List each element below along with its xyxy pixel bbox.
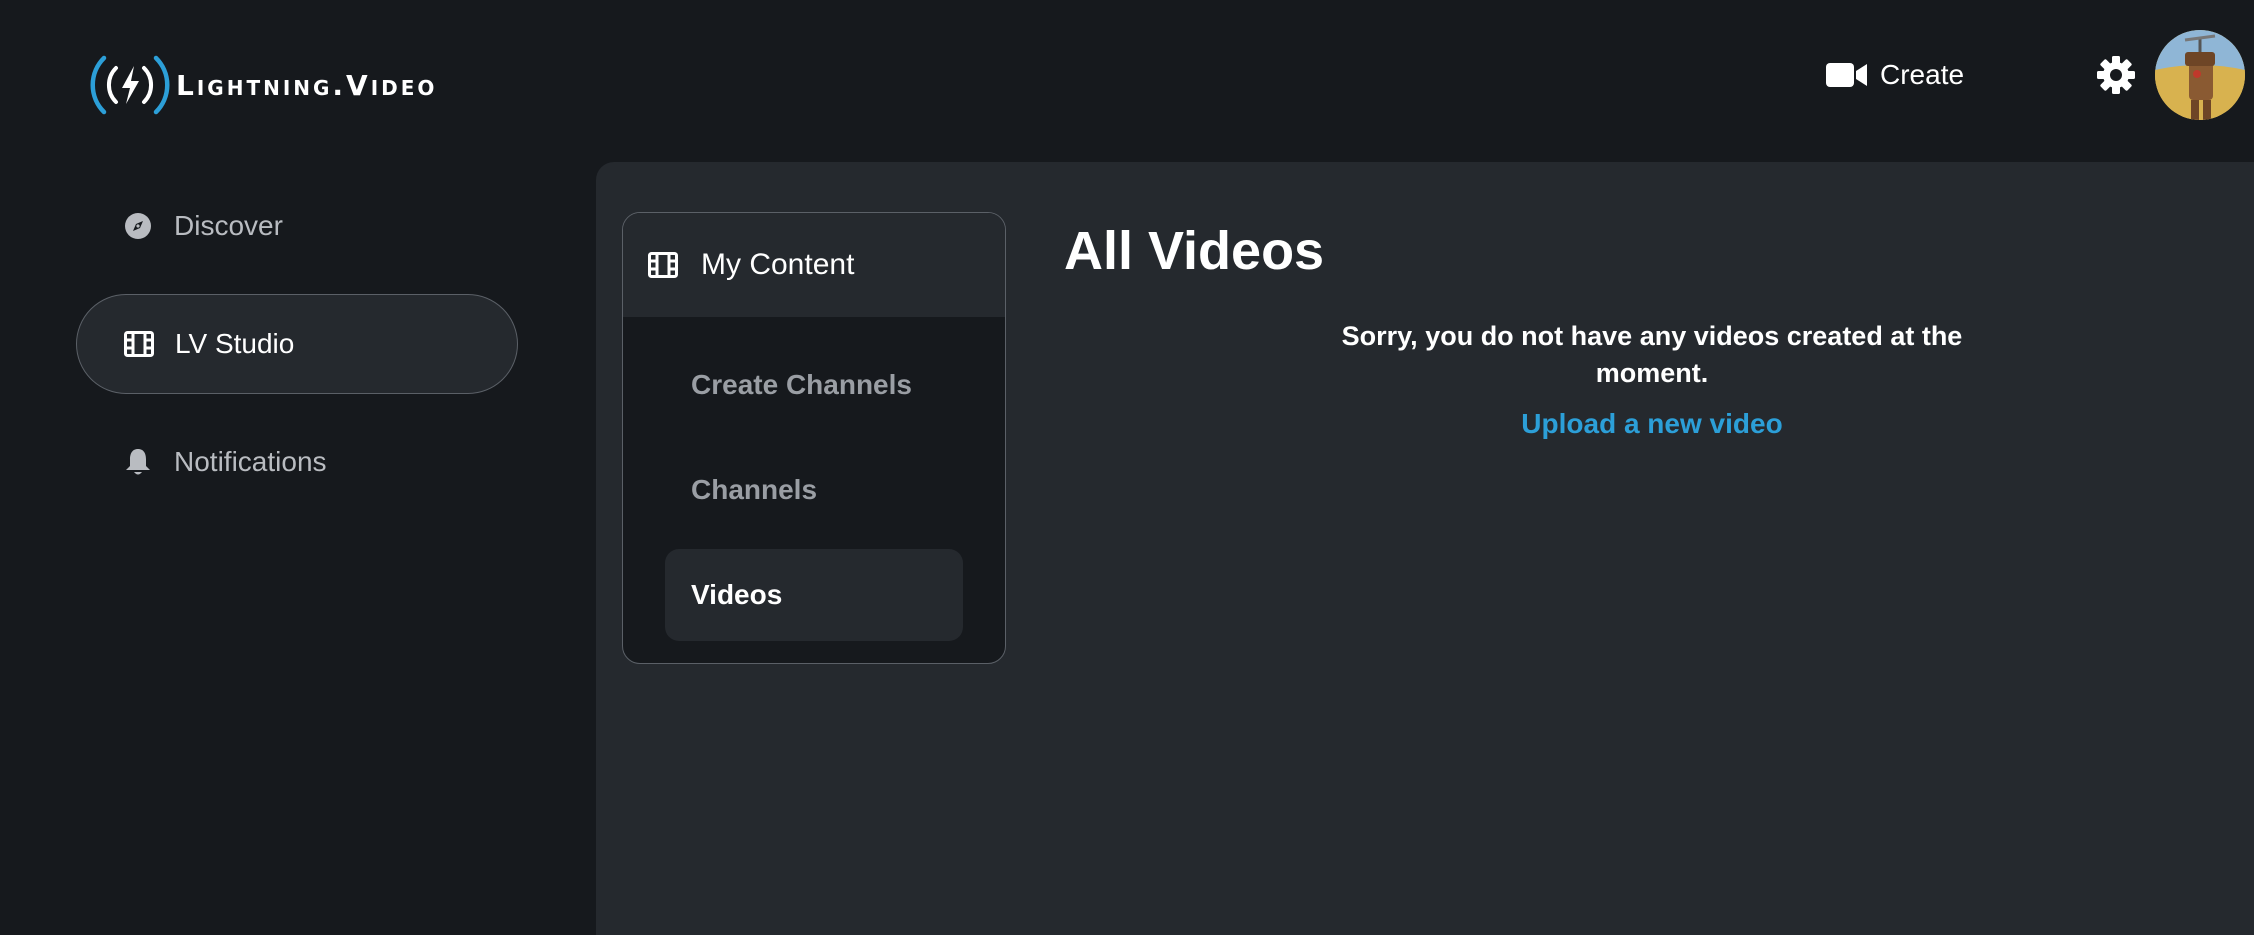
upload-video-link[interactable]: Upload a new video xyxy=(1312,408,1992,440)
sidebar-item-lv-studio[interactable]: LV Studio xyxy=(76,294,518,394)
menu-item-label: Videos xyxy=(691,579,783,610)
page-title: All Videos xyxy=(1064,221,1325,281)
menu-item-label: Channels xyxy=(691,474,818,505)
settings-button[interactable] xyxy=(2095,54,2137,96)
sidebar-item-notifications[interactable]: Notifications xyxy=(76,412,518,512)
user-avatar[interactable] xyxy=(2155,30,2245,120)
main-panel: My Content Create Channels Channels Vide… xyxy=(596,162,2254,935)
compass-icon xyxy=(122,210,154,242)
logo-text: Lightning.Video xyxy=(176,68,438,102)
film-icon xyxy=(123,328,155,360)
sidebar-item-discover[interactable]: Discover xyxy=(76,176,518,276)
video-camera-icon xyxy=(1826,63,1867,87)
empty-state-message: Sorry, you do not have any videos create… xyxy=(1341,321,1963,388)
menu-item-label: Create Channels xyxy=(691,369,912,400)
sidebar-item-label: Discover xyxy=(174,210,283,241)
my-content-header: My Content xyxy=(623,213,1005,317)
logo[interactable]: Lightning.Video xyxy=(90,52,437,118)
sidebar-item-label: Notifications xyxy=(174,446,327,477)
film-icon xyxy=(647,248,681,282)
lightning-logo-icon xyxy=(90,55,170,115)
sidebar-item-label: LV Studio xyxy=(175,328,295,359)
my-content-card: My Content Create Channels Channels Vide… xyxy=(622,212,1006,664)
gear-icon xyxy=(2097,56,2135,94)
menu-item-videos[interactable]: Videos xyxy=(665,549,963,641)
my-content-title: My Content xyxy=(701,248,855,281)
menu-item-channels[interactable]: Channels xyxy=(665,444,963,536)
avatar-image xyxy=(2155,30,2245,120)
menu-item-create-channels[interactable]: Create Channels xyxy=(665,339,963,431)
bell-icon xyxy=(122,446,154,478)
create-label: Create xyxy=(1880,59,1965,90)
create-button[interactable]: Create xyxy=(1826,52,1964,98)
